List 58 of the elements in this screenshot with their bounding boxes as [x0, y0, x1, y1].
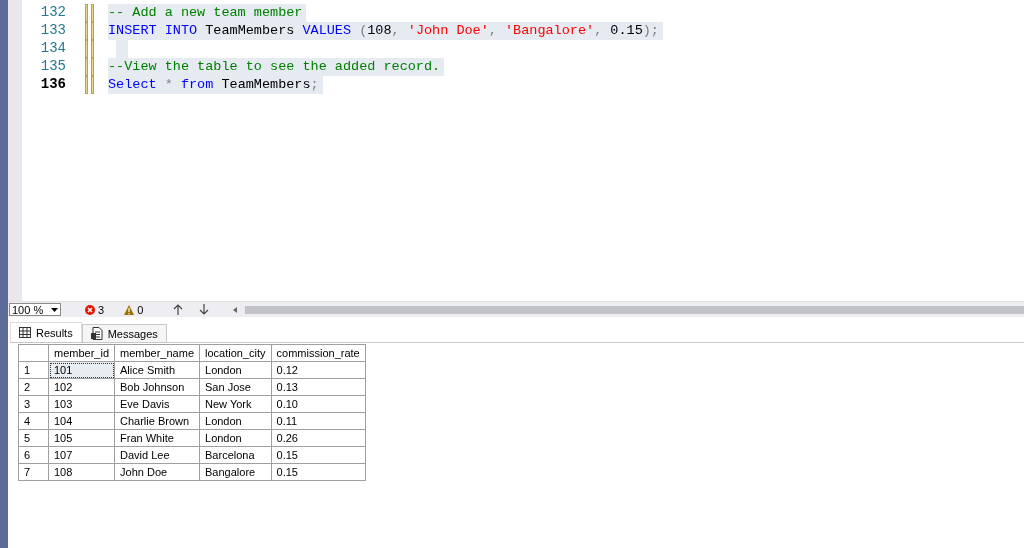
table-cell: San Jose	[199, 378, 272, 396]
caret-icon	[51, 307, 58, 312]
row-number[interactable]: 1	[18, 361, 49, 379]
zoom-dropdown[interactable]: 100 %	[9, 303, 61, 316]
line-number: 135	[39, 58, 66, 76]
table-cell: London	[199, 361, 272, 379]
error-count: 3	[98, 303, 105, 316]
table-cell: 0.15	[271, 463, 366, 481]
table-cell: London	[199, 429, 272, 447]
column-header[interactable]: location_city	[199, 344, 272, 362]
row-number[interactable]: 6	[18, 446, 49, 464]
table-cell: 102	[48, 378, 115, 396]
line-number: 133	[39, 22, 66, 40]
column-header[interactable]: member_id	[48, 344, 115, 362]
line-number: 132	[39, 4, 66, 22]
table-cell: Bangalore	[199, 463, 272, 481]
document-icon	[90, 327, 103, 340]
down-arrow-icon[interactable]	[199, 304, 210, 315]
table-cell: Eve Davis	[114, 395, 200, 413]
table-cell: London	[199, 412, 272, 430]
grid-icon	[19, 327, 31, 338]
scroll-left-icon[interactable]	[233, 306, 238, 313]
warning-icon	[124, 304, 135, 315]
table-cell: 103	[48, 395, 115, 413]
table-cell: 0.10	[271, 395, 366, 413]
table-cell: Alice Smith	[114, 361, 200, 379]
results-tab[interactable]: Results	[10, 322, 82, 342]
column-header[interactable]: commission_rate	[271, 344, 366, 362]
row-number[interactable]: 4	[18, 412, 49, 430]
line-number: 134	[39, 40, 66, 58]
error-icon	[85, 304, 95, 315]
table-cell: David Lee	[114, 446, 200, 464]
table-cell: Charlie Brown	[114, 412, 200, 430]
table-cell: 107	[48, 446, 115, 464]
row-number[interactable]: 2	[18, 378, 49, 396]
table-cell: 0.12	[271, 361, 366, 379]
table-cell: Bob Johnson	[114, 378, 200, 396]
column-header[interactable]: member_name	[114, 344, 200, 362]
table-cell: New York	[199, 395, 272, 413]
table-cell: 0.13	[271, 378, 366, 396]
row-number[interactable]: 3	[18, 395, 49, 413]
table-cell: 105	[48, 429, 115, 447]
table-cell: Fran White	[114, 429, 200, 447]
table-cell: 0.15	[271, 446, 366, 464]
horizontal-scrollbar[interactable]	[245, 305, 1024, 314]
header-corner	[18, 344, 49, 362]
messages-tab[interactable]: Messages	[81, 324, 167, 342]
table-cell: 0.11	[271, 412, 366, 430]
table-cell: John Doe	[114, 463, 200, 481]
row-number[interactable]: 7	[18, 463, 49, 481]
warning-count: 0	[137, 303, 144, 316]
line-number: 136	[39, 76, 66, 94]
table-cell: Barcelona	[199, 446, 272, 464]
table-cell: 108	[48, 463, 115, 481]
row-number[interactable]: 5	[18, 429, 49, 447]
up-arrow-icon[interactable]	[173, 304, 184, 315]
table-cell: 104	[48, 412, 115, 430]
table-cell: 0.26	[271, 429, 366, 447]
